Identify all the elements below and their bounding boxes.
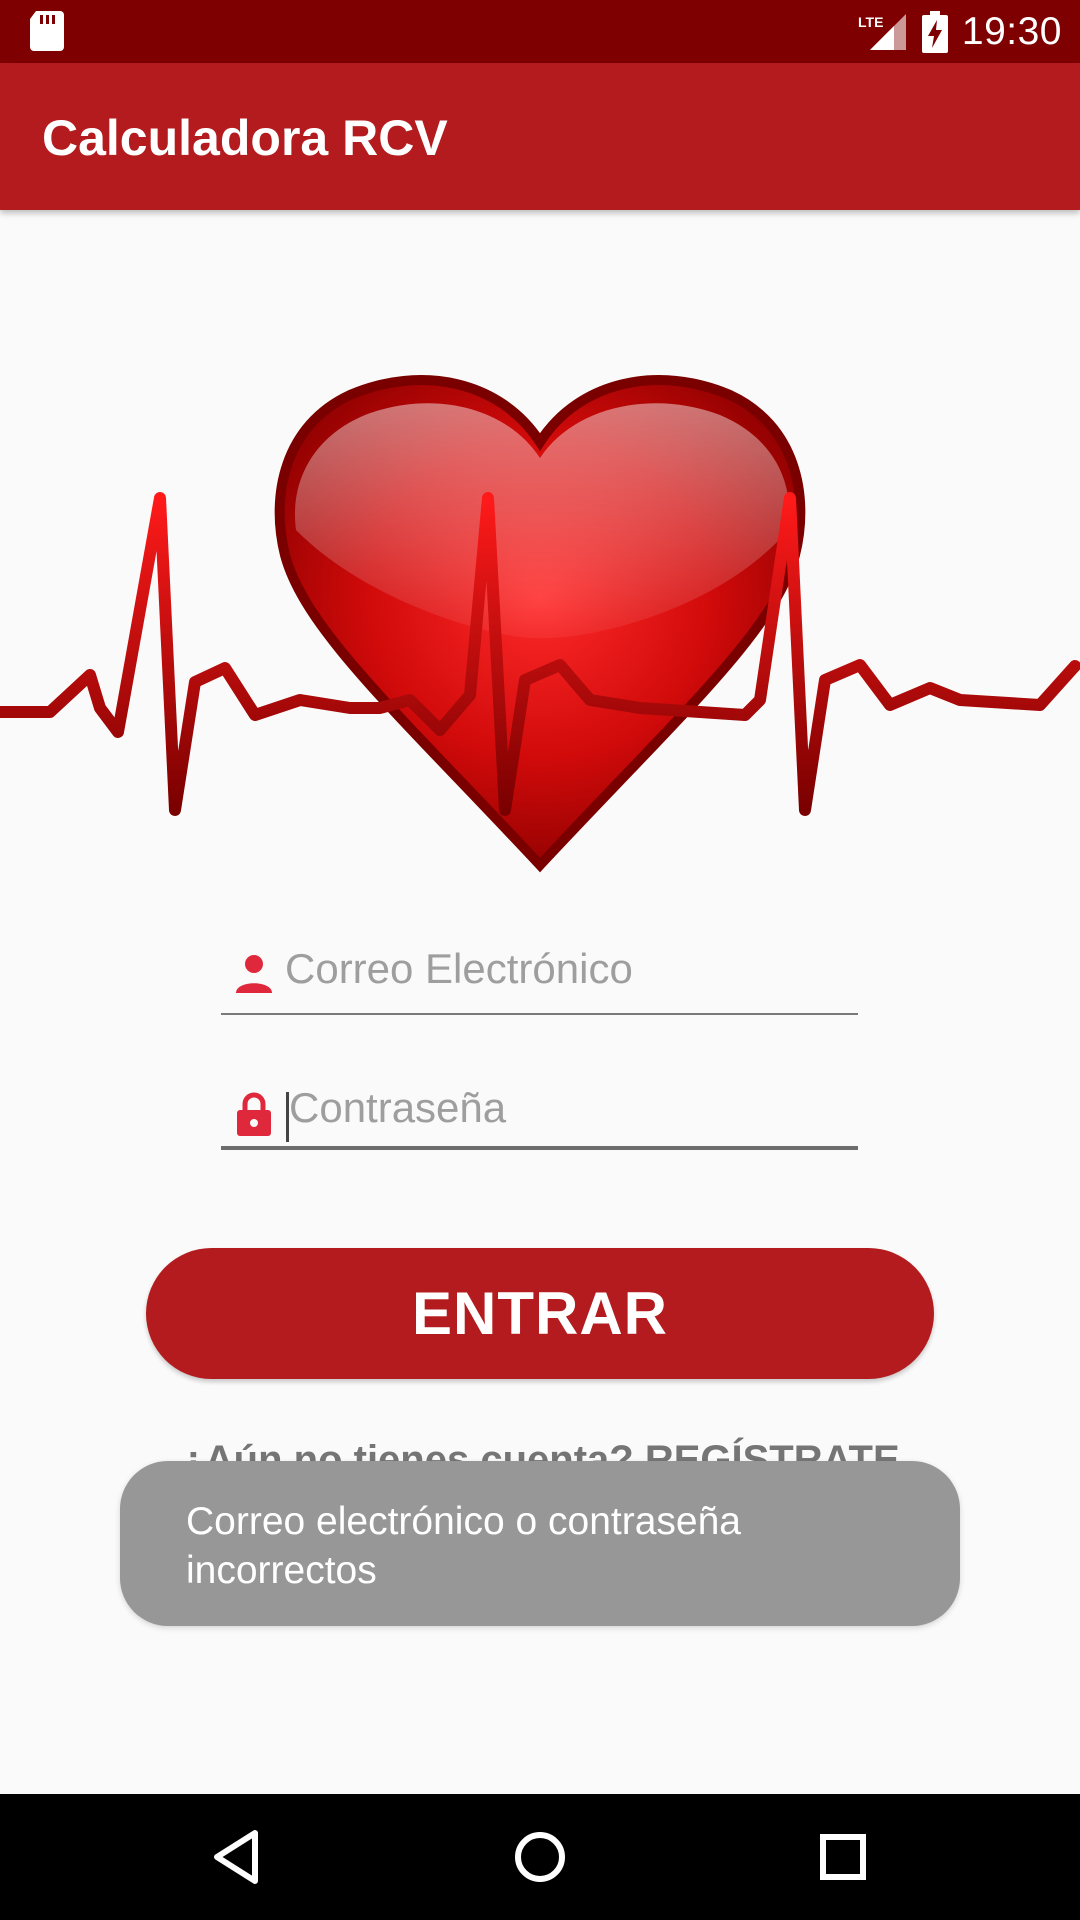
enter-button[interactable]: ENTRAR bbox=[146, 1248, 934, 1379]
password-input[interactable]: Contraseña bbox=[289, 1084, 858, 1132]
sd-card-icon bbox=[30, 11, 64, 51]
toast-message: Correo electrónico o contraseña incorrec… bbox=[186, 1500, 741, 1592]
navigation-bar bbox=[0, 1794, 1080, 1920]
email-field[interactable]: Correo Electrónico bbox=[221, 935, 858, 1015]
status-time: 19:30 bbox=[961, 9, 1062, 53]
app-bar: Calculadora RCV bbox=[0, 63, 1080, 210]
text-cursor bbox=[286, 1092, 289, 1142]
lock-icon bbox=[237, 1092, 271, 1136]
back-icon[interactable] bbox=[207, 1827, 267, 1887]
home-icon[interactable] bbox=[510, 1827, 570, 1887]
battery-charging-icon bbox=[921, 10, 948, 53]
app-title: Calculadora RCV bbox=[42, 110, 448, 166]
svg-text:LTE: LTE bbox=[858, 14, 883, 30]
heart-ekg-icon bbox=[0, 375, 1080, 873]
password-field[interactable]: Contraseña bbox=[221, 1070, 858, 1150]
recents-icon[interactable] bbox=[813, 1827, 873, 1887]
person-icon bbox=[236, 955, 272, 993]
error-toast: Correo electrónico o contraseña incorrec… bbox=[120, 1461, 960, 1626]
email-input[interactable]: Correo Electrónico bbox=[285, 945, 858, 993]
status-bar: LTE 19:30 bbox=[0, 0, 1080, 63]
lte-signal-icon: LTE bbox=[858, 13, 906, 50]
